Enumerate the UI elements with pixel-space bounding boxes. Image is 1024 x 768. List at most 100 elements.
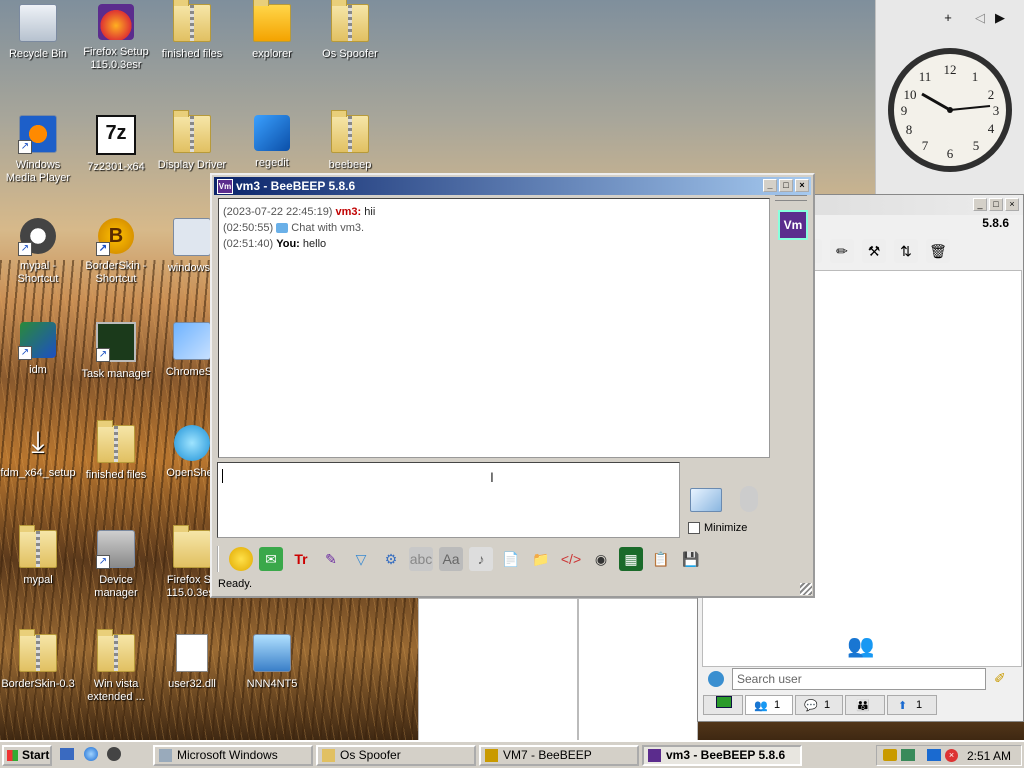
html-code-icon[interactable]: </>: [559, 547, 583, 571]
tools-icon[interactable]: ⚒: [862, 239, 886, 263]
desktop-icon-label: Display Driver: [157, 159, 227, 171]
search-user-input[interactable]: Search user: [732, 668, 986, 690]
desktop-icon-fdm-setup[interactable]: ⤓ fdm_x64_setup: [0, 425, 76, 480]
clipboard-icon[interactable]: 📋: [649, 547, 673, 571]
sidebar-next-button[interactable]: ▶: [993, 10, 1007, 26]
tab-users[interactable]: 👥 1: [745, 695, 793, 715]
screenshot-icon[interactable]: ▦: [619, 547, 643, 571]
ibeam-cursor-icon: I: [490, 469, 494, 485]
internet-explorer-icon[interactable]: [84, 747, 98, 761]
message-text: hello: [302, 238, 327, 250]
desktop-icon-recycle-bin[interactable]: Recycle Bin: [0, 4, 76, 61]
desktop-icon-display-driver[interactable]: Display Driver: [154, 110, 230, 172]
taskbar-item-os-spoofer[interactable]: Os Spoofer: [316, 745, 476, 766]
message-timestamp: (02:50:55): [223, 222, 274, 234]
desktop-icon-borderskin-03[interactable]: BorderSkin-0.3: [0, 629, 76, 691]
toolbar-grip[interactable]: [217, 546, 223, 572]
desktop-icon-windows-media-player[interactable]: Windows Media Player: [0, 115, 76, 185]
pencil-icon[interactable]: ✏: [830, 239, 854, 263]
desktop-icon-7zip[interactable]: 7z 7z2301-x64: [78, 115, 154, 174]
mypal-quicklaunch-icon[interactable]: [107, 747, 121, 761]
taskbar-item-vm3-beebeep[interactable]: vm3 - BeeBEEP 5.8.6: [642, 745, 802, 766]
color-icon[interactable]: ✎: [319, 547, 343, 571]
desktop-icon-label: Firefox Setup 115.0.3esr: [83, 46, 149, 71]
taskbar-item-label: VM7 - BeeBEEP: [503, 748, 592, 762]
maximize-button[interactable]: □: [779, 179, 793, 192]
close-button[interactable]: ×: [795, 179, 809, 192]
microphone-icon[interactable]: [740, 486, 758, 512]
svg-text:1: 1: [972, 69, 979, 84]
desktop-icon-nnn4nt5[interactable]: NNN4NT5: [234, 634, 310, 691]
desktop-icon-mypal-shortcut[interactable]: mypal - Shortcut: [0, 218, 76, 286]
desktop-icon-os-spoofer[interactable]: Os Spoofer: [312, 0, 388, 61]
trash-icon[interactable]: 🗑: [926, 239, 950, 263]
network-tray-icon[interactable]: [901, 749, 915, 761]
desktop-icon-mypal[interactable]: mypal: [0, 525, 76, 587]
music-icon[interactable]: ♪: [469, 547, 493, 571]
tab-chats[interactable]: 💬 1: [795, 695, 843, 715]
tray-clock[interactable]: 2:51 AM: [967, 749, 1011, 763]
message-sender: vm3:: [335, 206, 362, 218]
minimize-button[interactable]: _: [973, 198, 987, 211]
desktop-icon-user32-dll[interactable]: user32.dll: [154, 634, 230, 691]
folder-zip-icon: [331, 110, 369, 153]
tab-groups[interactable]: 👪: [845, 695, 885, 715]
envelope-icon[interactable]: ✉: [259, 547, 283, 571]
sidebar-prev-button[interactable]: ◁: [973, 10, 987, 26]
filter-icon[interactable]: ▽: [349, 547, 373, 571]
minimize-checkbox[interactable]: [688, 522, 700, 534]
desktop-icon-task-manager[interactable]: Task manager: [78, 322, 154, 381]
volume-muted-icon[interactable]: ×: [945, 749, 958, 762]
chat-window-titlebar[interactable]: Vm vm3 - BeeBEEP 5.8.6 _ □ ×: [214, 177, 811, 195]
tab-home[interactable]: [703, 695, 743, 715]
clear-search-icon[interactable]: ✐: [994, 670, 1006, 687]
dll-icon: [176, 634, 208, 672]
taskbar-item-microsoft-windows[interactable]: Microsoft Windows: [153, 745, 313, 766]
resize-grip[interactable]: [800, 583, 812, 595]
desktop-icon-borderskin-shortcut[interactable]: B BorderSkin - Shortcut: [78, 218, 154, 286]
desktop-icon-regedit[interactable]: regedit: [234, 115, 310, 170]
webcam-icon[interactable]: ◉: [589, 547, 613, 571]
desktop-icon-explorer[interactable]: explorer: [234, 0, 310, 61]
settings-icon[interactable]: ⚙: [379, 547, 403, 571]
message-input[interactable]: I: [217, 462, 680, 538]
share-icon: ⬆: [898, 700, 908, 712]
minimize-button[interactable]: _: [763, 179, 777, 192]
taskbar-item-vm7-beebeep[interactable]: VM7 - BeeBEEP: [479, 745, 639, 766]
show-desktop-icon[interactable]: [60, 748, 74, 760]
monitor-tray-icon[interactable]: [927, 749, 941, 761]
desktop-icon-firefox-setup[interactable]: Firefox Setup 115.0.3esr: [78, 4, 154, 72]
font-icon[interactable]: Tr: [289, 547, 313, 571]
text-format-icon[interactable]: Aa: [439, 547, 463, 571]
avatar[interactable]: Vm: [778, 210, 808, 240]
send-icon[interactable]: [690, 488, 722, 512]
send-file-icon[interactable]: 📄: [499, 547, 523, 571]
desktop-icon-finished-files-2[interactable]: finished files: [78, 420, 154, 482]
sort-icon[interactable]: ⇅: [894, 239, 918, 263]
svg-text:11: 11: [919, 69, 932, 84]
emoticon-icon[interactable]: [229, 547, 253, 571]
send-folder-icon[interactable]: 📁: [529, 547, 553, 571]
tab-files[interactable]: ⬆ 1: [887, 695, 937, 715]
beebeep-tray-icon[interactable]: [883, 749, 897, 761]
start-button[interactable]: Start: [2, 745, 52, 766]
desktop-icon-idm[interactable]: idm: [0, 322, 76, 377]
maximize-button[interactable]: □: [989, 198, 1003, 211]
save-icon[interactable]: 💾: [679, 547, 703, 571]
folder-zip-icon: [19, 525, 57, 568]
desktop-icon-label: idm: [29, 364, 47, 376]
desktop-icon-win-vista-extended[interactable]: Win vista extended ...: [78, 629, 154, 704]
desktop-icon-finished-files[interactable]: finished files: [154, 0, 230, 61]
svg-text:3: 3: [993, 103, 1000, 118]
add-gadget-button[interactable]: +: [941, 10, 955, 25]
desktop-icon-device-manager[interactable]: Device manager: [78, 530, 154, 600]
chat-message: (2023-07-22 22:45:19) vm3: hii: [223, 204, 765, 220]
panel-grip[interactable]: [775, 195, 807, 201]
close-button[interactable]: ×: [1005, 198, 1019, 211]
window-title: vm3 - BeeBEEP 5.8.6: [236, 179, 356, 193]
spellcheck-icon[interactable]: abc: [409, 547, 433, 571]
borderskin-icon: B: [96, 218, 134, 256]
desktop-icon-beebeep[interactable]: beebeep: [312, 110, 388, 172]
taskbar-item-label: Os Spoofer: [340, 748, 401, 762]
chat-icon: 💬: [804, 700, 818, 712]
